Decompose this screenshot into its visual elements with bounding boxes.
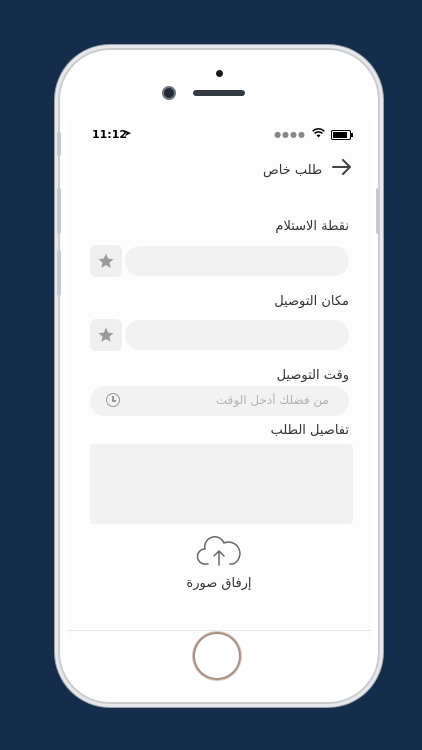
status-icons: ●●●● <box>274 128 353 141</box>
star-icon[interactable] <box>90 245 122 277</box>
page-title: طلب خاص <box>263 162 323 178</box>
page-header: طلب خاص <box>257 160 322 180</box>
star-icon[interactable] <box>90 319 122 351</box>
bottom-divider <box>67 630 371 631</box>
details-label: تفاصيل الطلب <box>270 423 349 438</box>
battery-icon <box>331 129 353 140</box>
earpiece-speaker <box>193 90 245 96</box>
cloud-upload-icon <box>179 534 259 572</box>
phone-frame: 11:12 ➤ ●●●● طلب خاص نقطة الاستلام مكان … <box>60 50 378 702</box>
home-button[interactable] <box>195 634 239 678</box>
power-button <box>376 188 380 234</box>
location-icon: ➤ <box>124 129 132 139</box>
arrow-right-icon[interactable] <box>332 156 352 180</box>
front-camera <box>164 88 174 98</box>
delivery-label: مكان التوصيل <box>274 294 349 309</box>
wifi-icon <box>312 128 325 141</box>
upload-label: إرفاق صورة <box>186 576 252 591</box>
front-sensor <box>216 70 223 77</box>
clock-icon <box>106 393 120 407</box>
signal-icon: ●●●● <box>274 130 306 139</box>
time-label: وقت التوصيل <box>276 368 349 383</box>
volume-down-button <box>57 250 61 296</box>
pickup-label: نقطة الاستلام <box>275 219 349 234</box>
mute-switch <box>57 132 61 156</box>
status-bar: 11:12 ➤ ●●●● <box>67 128 371 144</box>
status-time: 11:12 <box>92 128 128 141</box>
details-textarea[interactable] <box>90 444 353 524</box>
pickup-input[interactable] <box>125 246 349 276</box>
time-input[interactable] <box>179 393 329 407</box>
delivery-input[interactable] <box>125 320 349 350</box>
upload-image-button[interactable]: إرفاق صورة <box>179 534 259 591</box>
app-screen: 11:12 ➤ ●●●● طلب خاص نقطة الاستلام مكان … <box>67 120 371 640</box>
volume-up-button <box>57 188 61 234</box>
time-field[interactable] <box>90 386 349 416</box>
